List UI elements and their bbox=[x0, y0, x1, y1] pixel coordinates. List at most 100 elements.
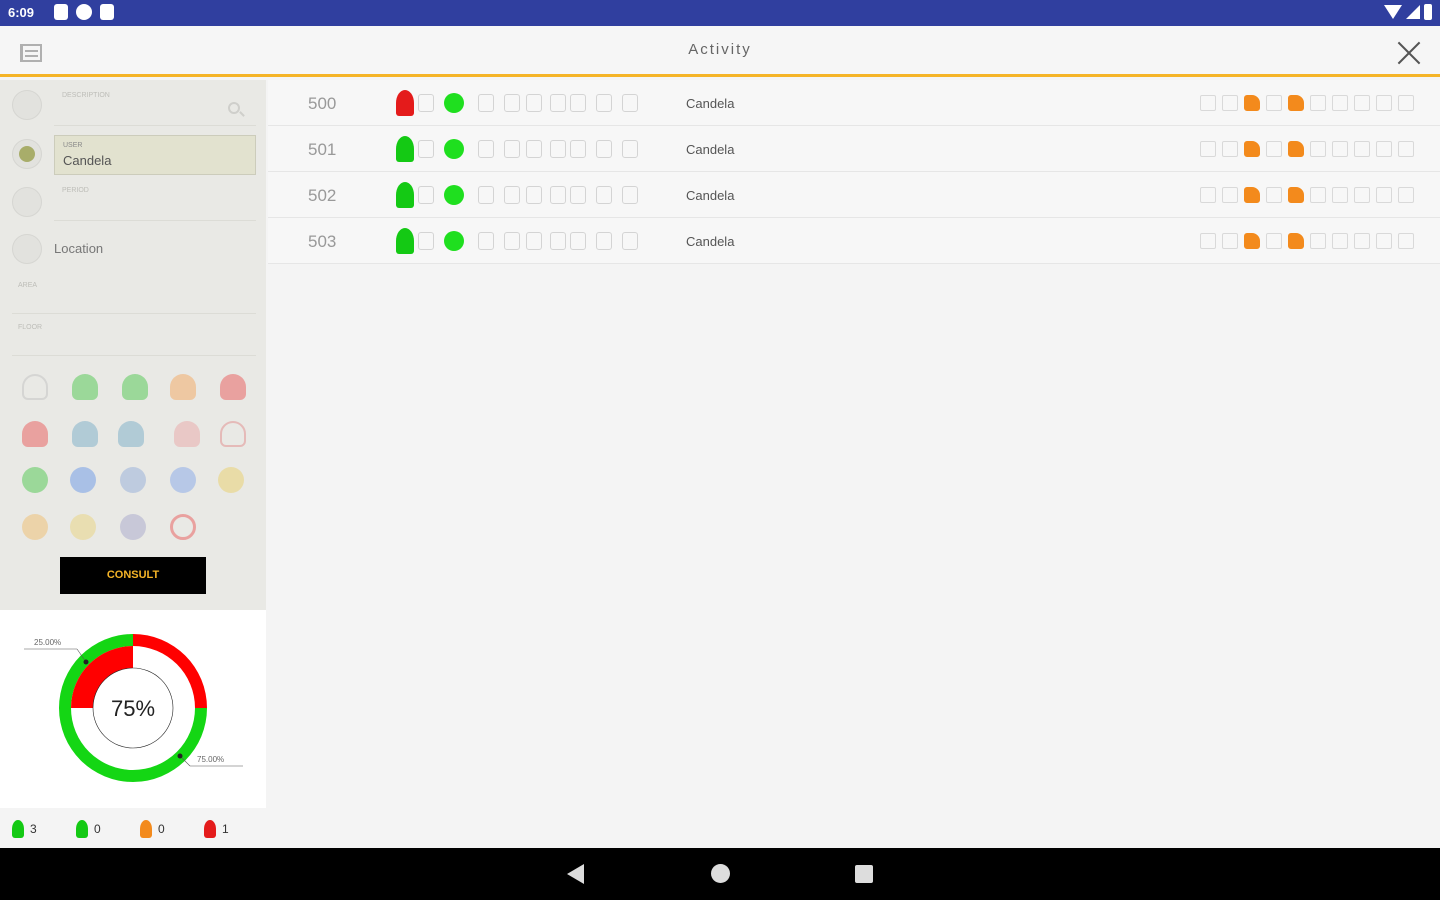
star-icon bbox=[478, 94, 494, 112]
status-time: 6:09 bbox=[8, 5, 35, 20]
fall-icon bbox=[1244, 95, 1260, 111]
leader-dot-red bbox=[83, 659, 89, 665]
fall-icon bbox=[1244, 141, 1260, 157]
table-row[interactable]: 500 Candela bbox=[268, 80, 1440, 126]
user-field[interactable]: USER Candela bbox=[54, 135, 256, 175]
status-pawn-icon bbox=[396, 228, 414, 254]
fall-icon bbox=[1244, 233, 1260, 249]
pawn-green-icon bbox=[12, 820, 24, 838]
clipboard-icon bbox=[1398, 233, 1414, 249]
floor-field[interactable]: FLOOR bbox=[12, 318, 256, 356]
face-status-icon bbox=[444, 139, 464, 159]
clipboard-icon bbox=[1398, 141, 1414, 157]
face-blue-mask-icon[interactable] bbox=[120, 467, 146, 493]
count-green-2: 0 bbox=[76, 820, 101, 838]
status-bar: 6:09 bbox=[0, 0, 1440, 26]
pawn-red-icon[interactable] bbox=[220, 374, 246, 400]
tablet-icon bbox=[1332, 95, 1348, 111]
recents-icon[interactable] bbox=[855, 865, 873, 883]
sd-card-icon bbox=[100, 4, 114, 20]
chair-icon bbox=[596, 186, 612, 204]
battery-icon bbox=[570, 186, 586, 204]
bed-icon bbox=[550, 186, 566, 204]
activity-user: Candela bbox=[686, 188, 735, 203]
face-blue-icon[interactable] bbox=[70, 467, 96, 493]
search-icon[interactable] bbox=[228, 102, 240, 114]
period-field[interactable]: PERIOD bbox=[54, 181, 256, 221]
pawn-red-alert-icon[interactable] bbox=[22, 421, 48, 447]
shower-icon bbox=[1266, 187, 1282, 203]
count-value: 0 bbox=[158, 822, 165, 836]
face-orange-icon[interactable] bbox=[22, 514, 48, 540]
walker-icon bbox=[1288, 187, 1304, 203]
donut-svg: 75% 25.00% 75.00% bbox=[24, 634, 243, 782]
radio-user[interactable] bbox=[12, 139, 42, 169]
face-status-icon bbox=[444, 93, 464, 113]
face-yellow-icon[interactable] bbox=[218, 467, 244, 493]
notification-icon bbox=[54, 4, 68, 20]
app-notification-icon bbox=[76, 4, 92, 20]
person-outline-icon bbox=[622, 94, 638, 112]
pawn-green-icon[interactable] bbox=[72, 374, 98, 400]
shower-icon bbox=[1266, 95, 1282, 111]
radio-location[interactable] bbox=[12, 234, 42, 264]
tablet-icon bbox=[1332, 233, 1348, 249]
page-title: Activity bbox=[688, 41, 752, 58]
person-bending-icon[interactable] bbox=[174, 421, 200, 447]
tablet-icon bbox=[1332, 141, 1348, 157]
notification-icons bbox=[54, 4, 114, 20]
face-blue-side-icon[interactable] bbox=[170, 467, 196, 493]
chat-icon bbox=[418, 140, 434, 158]
table-row[interactable]: 501 Candela bbox=[268, 126, 1440, 172]
activity-number: 502 bbox=[308, 186, 337, 205]
star-icon bbox=[478, 186, 494, 204]
floor-label: FLOOR bbox=[18, 324, 43, 331]
status-pawn-icon bbox=[396, 182, 414, 208]
face-status-icon bbox=[444, 231, 464, 251]
calendar-icon bbox=[1200, 141, 1216, 157]
close-icon[interactable] bbox=[1396, 40, 1422, 66]
user-label: USER bbox=[63, 142, 83, 149]
consult-button[interactable]: CONSULT bbox=[60, 557, 206, 594]
pawn-blue-sitting-icon[interactable] bbox=[118, 421, 144, 447]
calendar-icon bbox=[1200, 95, 1216, 111]
area-field[interactable]: AREA bbox=[12, 276, 256, 314]
pawn-blue-icon[interactable] bbox=[72, 421, 98, 447]
radio-period[interactable] bbox=[12, 187, 42, 217]
tray-icon bbox=[1222, 95, 1238, 111]
pawn-green-light-icon[interactable] bbox=[122, 374, 148, 400]
target-icon bbox=[504, 140, 520, 158]
person-transfer-icon[interactable] bbox=[220, 421, 246, 447]
person-outline-icon bbox=[622, 140, 638, 158]
description-field[interactable]: DESCRIPTION bbox=[54, 86, 256, 126]
face-purple-icon[interactable] bbox=[120, 514, 146, 540]
home-icon[interactable] bbox=[711, 864, 730, 883]
activity-number: 500 bbox=[308, 94, 337, 113]
label-red-percent: 25.00% bbox=[34, 638, 61, 647]
wheelchair-icon bbox=[1354, 233, 1370, 249]
chat-icon bbox=[418, 186, 434, 204]
label-green-percent: 75.00% bbox=[197, 755, 224, 764]
chat-icon bbox=[418, 232, 434, 250]
moon-icon[interactable] bbox=[170, 514, 196, 540]
pawn-orange-icon[interactable] bbox=[170, 374, 196, 400]
person-outline-icon bbox=[622, 232, 638, 250]
pawn-red-icon bbox=[204, 820, 216, 838]
face-green-icon[interactable] bbox=[22, 467, 48, 493]
face-yellow-mask-icon[interactable] bbox=[70, 514, 96, 540]
table-row[interactable]: 503 Candela bbox=[268, 218, 1440, 264]
wheelchair-icon bbox=[1354, 141, 1370, 157]
location-label: Location bbox=[54, 241, 104, 256]
shower-icon bbox=[1266, 233, 1282, 249]
radio-description[interactable] bbox=[12, 90, 42, 120]
table-row[interactable]: 502 Candela bbox=[268, 172, 1440, 218]
status-pawn-icon bbox=[396, 136, 414, 162]
target-icon bbox=[504, 94, 520, 112]
bed-icon bbox=[550, 232, 566, 250]
chat-icon bbox=[418, 94, 434, 112]
battery-icon bbox=[570, 94, 586, 112]
walker-icon bbox=[1288, 95, 1304, 111]
battery-icon bbox=[570, 232, 586, 250]
back-icon[interactable] bbox=[567, 864, 584, 884]
pawn-outline-icon[interactable] bbox=[22, 374, 48, 400]
